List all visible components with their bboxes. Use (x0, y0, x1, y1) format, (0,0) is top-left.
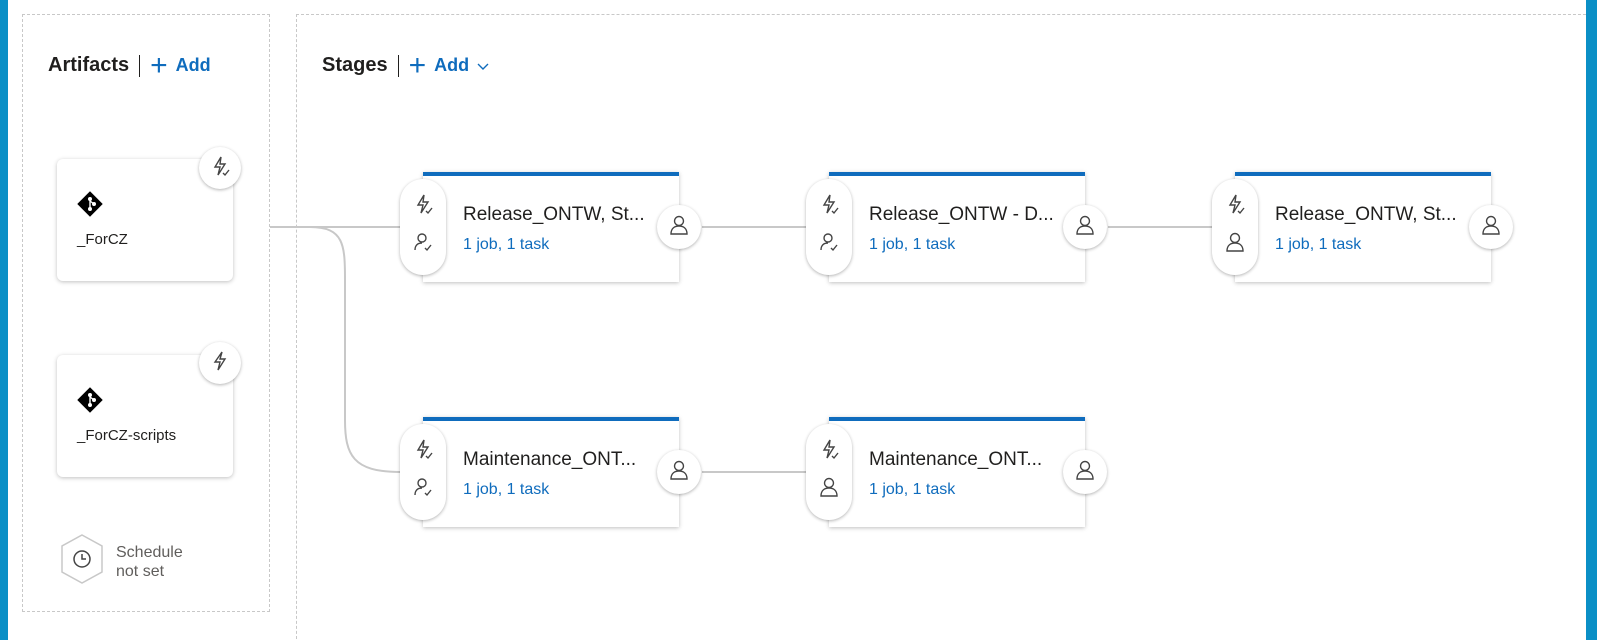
stage-job-summary-link[interactable]: 1 job, 1 task (463, 481, 549, 499)
approver-icon (1224, 231, 1246, 258)
stage-title: Maintenance_ONT... (463, 449, 637, 470)
header-divider (397, 54, 399, 77)
post-deployment-conditions[interactable] (1063, 450, 1107, 494)
artifact-trigger-button[interactable] (199, 342, 241, 384)
stage-card[interactable]: Release_ONTW, St... 1 job, 1 task (1235, 172, 1491, 282)
approver-icon (1480, 214, 1502, 241)
plus-icon: + (150, 48, 168, 82)
artifacts-panel (22, 14, 270, 612)
approver-icon (668, 459, 690, 486)
clock-icon (58, 533, 106, 590)
release-pipeline-canvas: Artifacts + Add _ForCZ _ForCZ-scripts Sc… (8, 0, 1586, 640)
git-icon (77, 191, 103, 222)
add-stage-button[interactable]: + Add (408, 48, 490, 82)
post-deployment-conditions[interactable] (1063, 205, 1107, 249)
artifacts-title: Artifacts (48, 54, 130, 76)
stage-job-summary-link[interactable]: 1 job, 1 task (869, 236, 955, 254)
trigger-icon (818, 438, 840, 465)
pre-deployment-conditions[interactable] (806, 424, 852, 520)
artifact-name: _ForCZ-scripts (77, 427, 177, 444)
pre-deployment-conditions[interactable] (400, 179, 446, 275)
stage-job-summary-link[interactable]: 1 job, 1 task (869, 481, 955, 499)
stage-card[interactable]: Maintenance_ONT... 1 job, 1 task (423, 417, 679, 527)
stage-title: Release_ONTW, St... (463, 204, 645, 225)
approver-icon (668, 214, 690, 241)
trigger-icon (1224, 193, 1246, 220)
schedule-trigger[interactable]: Schedule not set (58, 533, 183, 590)
stages-title: Stages (322, 54, 388, 76)
approver-icon (1074, 459, 1096, 486)
trigger-icon (412, 193, 434, 220)
approver-check-icon (412, 476, 434, 503)
approver-icon (1074, 214, 1096, 241)
stage-card[interactable]: Release_ONTW, St... 1 job, 1 task (423, 172, 679, 282)
stages-header: Stages + Add (322, 48, 490, 82)
pre-deployment-conditions[interactable] (1212, 179, 1258, 275)
stage-title: Release_ONTW - D... (869, 204, 1054, 225)
trigger-icon (818, 193, 840, 220)
artifacts-header: Artifacts + Add (48, 48, 211, 82)
post-deployment-conditions[interactable] (657, 205, 701, 249)
stage-title: Maintenance_ONT... (869, 449, 1043, 470)
plus-icon: + (408, 48, 427, 82)
schedule-line1: Schedule (116, 543, 183, 561)
trigger-icon (412, 438, 434, 465)
pre-deployment-conditions[interactable] (806, 179, 852, 275)
stage-job-summary-link[interactable]: 1 job, 1 task (463, 236, 549, 254)
stages-panel (296, 14, 1586, 640)
stage-title: Release_ONTW, St... (1275, 204, 1457, 225)
stage-card[interactable]: Release_ONTW - D... 1 job, 1 task (829, 172, 1085, 282)
schedule-label: Schedule not set (116, 543, 183, 581)
git-icon (77, 387, 103, 418)
header-divider (139, 54, 141, 77)
post-deployment-conditions[interactable] (657, 450, 701, 494)
stage-job-summary-link[interactable]: 1 job, 1 task (1275, 236, 1361, 254)
pre-deployment-conditions[interactable] (400, 424, 446, 520)
approver-check-icon (818, 231, 840, 258)
add-artifact-label: Add (175, 55, 211, 75)
lightning-icon (209, 350, 231, 377)
schedule-line2: not set (116, 562, 165, 580)
artifact-name: _ForCZ (77, 231, 128, 248)
add-artifact-button[interactable]: + Add (150, 48, 211, 82)
chevron-down-icon (477, 63, 489, 70)
continuous-deployment-trigger-button[interactable] (199, 147, 241, 189)
post-deployment-conditions[interactable] (1469, 205, 1513, 249)
add-stage-label: Add (434, 55, 470, 75)
approver-icon (818, 476, 840, 503)
stage-card[interactable]: Maintenance_ONT... 1 job, 1 task (829, 417, 1085, 527)
approver-check-icon (412, 231, 434, 258)
continuous-deployment-trigger-icon (209, 155, 231, 182)
